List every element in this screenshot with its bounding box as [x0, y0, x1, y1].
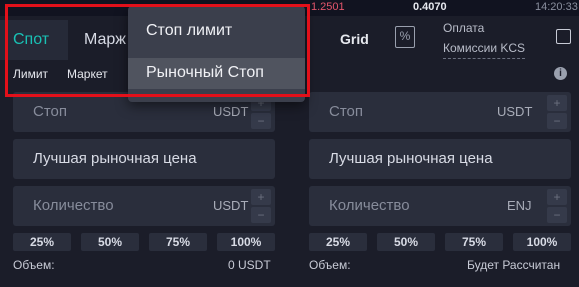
dropdown-item-market-stop[interactable]: Рыночный Стоп: [128, 58, 305, 89]
buy-stop-unit: USDT: [213, 104, 249, 119]
sell-percent-75-button[interactable]: 75%: [445, 233, 503, 251]
ticker-price-red: 1.2501: [311, 1, 345, 13]
kcs-fee-label: Оплата Комиссии KCS: [443, 18, 526, 59]
sell-percent-25-button[interactable]: 25%: [309, 233, 367, 251]
tab-margin[interactable]: Марж: [84, 31, 126, 49]
kcs-fee-line2: Комиссии KCS: [443, 38, 526, 59]
stop-order-type-dropdown: Стоп лимит Рыночный Стоп: [128, 6, 305, 102]
buy-percent-100-button[interactable]: 100%: [217, 233, 275, 251]
buy-quantity-increment-button[interactable]: +: [251, 189, 271, 205]
buy-stop-decrement-button[interactable]: −: [251, 113, 271, 129]
buy-stop-label: Стоп: [33, 103, 67, 120]
sell-stop-stepper: + −: [543, 92, 571, 132]
dropdown-item-stop-limit[interactable]: Стоп лимит: [128, 16, 305, 47]
sell-volume-value: Будет Рассчитан: [467, 258, 561, 272]
kcs-fee-line1: Оплата: [443, 21, 485, 35]
ticker-time: 14:20:33: [535, 1, 578, 13]
sell-stop-increment-button[interactable]: +: [547, 95, 567, 111]
buy-quantity-unit: USDT: [213, 198, 249, 213]
sell-quantity-label: Количество: [329, 197, 410, 214]
sell-stop-label: Стоп: [329, 103, 363, 120]
buy-quantity-field[interactable]: Количество USDT + −: [13, 186, 275, 226]
buy-best-price-field: Лучшая рыночная цена: [13, 139, 275, 179]
sell-quantity-stepper: + −: [543, 186, 571, 226]
buy-quantity-decrement-button[interactable]: −: [251, 207, 271, 223]
fee-rate-icon[interactable]: %: [395, 26, 415, 48]
sell-stop-field[interactable]: Стоп USDT + −: [309, 92, 571, 132]
sell-best-price-label: Лучшая рыночная цена: [329, 150, 493, 167]
buy-volume-label: Объем:: [13, 258, 55, 272]
buy-volume-value: 0 USDT: [228, 258, 271, 272]
sell-volume-label: Объем:: [309, 258, 351, 272]
buy-quantity-stepper: + −: [247, 186, 275, 226]
subtab-market[interactable]: Маркет: [67, 67, 108, 81]
sell-quantity-unit: ENJ: [507, 198, 532, 213]
info-icon[interactable]: i: [554, 67, 567, 80]
sell-best-price-field: Лучшая рыночная цена: [309, 139, 571, 179]
sell-stop-unit: USDT: [497, 104, 533, 119]
buy-best-price-label: Лучшая рыночная цена: [33, 150, 197, 167]
buy-percent-50-button[interactable]: 50%: [81, 233, 139, 251]
sell-quantity-field[interactable]: Количество ENJ + −: [309, 186, 571, 226]
kcs-fee-checkbox[interactable]: [556, 29, 571, 44]
sell-stop-decrement-button[interactable]: −: [547, 113, 567, 129]
subtab-limit[interactable]: Лимит: [13, 67, 48, 81]
sell-percent-100-button[interactable]: 100%: [513, 233, 571, 251]
tab-grid[interactable]: Grid: [340, 31, 369, 47]
tab-spot[interactable]: Спот: [0, 20, 68, 60]
buy-percent-75-button[interactable]: 75%: [149, 233, 207, 251]
sell-percent-50-button[interactable]: 50%: [377, 233, 435, 251]
buy-quantity-label: Количество: [33, 197, 114, 214]
sell-quantity-increment-button[interactable]: +: [547, 189, 567, 205]
sell-quantity-decrement-button[interactable]: −: [547, 207, 567, 223]
buy-percent-25-button[interactable]: 25%: [13, 233, 71, 251]
ticker-price-white: 0.4070: [413, 1, 447, 13]
